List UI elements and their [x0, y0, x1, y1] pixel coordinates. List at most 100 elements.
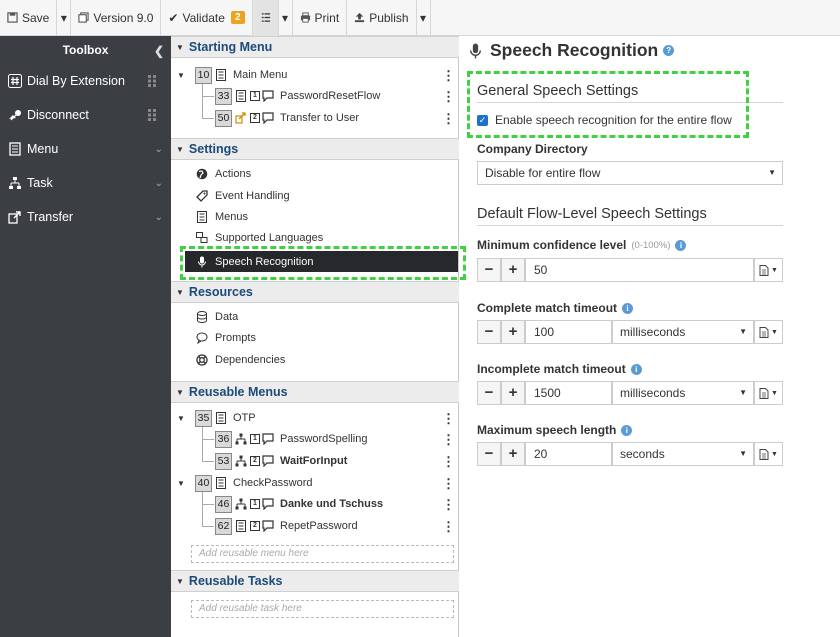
save-dropdown-caret[interactable]: ▾ [57, 0, 72, 36]
tree-row-danke-und-tschuss[interactable]: 46 1 Danke und Tschuss ⋮ [171, 494, 459, 514]
complete-timeout-input[interactable]: 100 [525, 320, 612, 344]
print-button[interactable]: Print [293, 0, 348, 36]
tree-row-repet-password[interactable]: 62 2 RepetPassword ⋮ [171, 516, 459, 536]
collapse-chevron-icon[interactable]: ❮ [154, 44, 164, 58]
publish-dropdown-caret[interactable]: ▾ [417, 0, 431, 36]
settings-item-speech-recognition[interactable]: Speech Recognition [185, 251, 458, 272]
menu-icon [216, 412, 226, 424]
complete-timeout-unit-select[interactable]: milliseconds ▼ [612, 320, 754, 344]
section-title: Resources [188, 285, 253, 299]
resources-item-data[interactable]: Data [171, 307, 459, 327]
expression-menu-button[interactable]: ▼ [754, 381, 783, 405]
expand-triangle-icon[interactable]: ▼ [177, 414, 185, 423]
expand-triangle-icon[interactable]: ▼ [177, 479, 185, 488]
more-options-icon[interactable]: ⋮ [442, 519, 455, 535]
max-speech-length-input[interactable]: 20 [525, 442, 612, 466]
publish-button[interactable]: Publish [347, 0, 417, 36]
drag-handle-icon[interactable] [148, 75, 157, 87]
max-speech-length-unit-select[interactable]: seconds ▼ [612, 442, 754, 466]
enable-speech-checkbox[interactable]: ✓ [477, 114, 488, 126]
tree-row-transfer-to-user[interactable]: 50 2 Transfer to User ⋮ [171, 108, 459, 128]
company-directory-value: Disable for entire flow [485, 166, 601, 180]
enable-speech-recognition-row[interactable]: ✓ Enable speech recognition for the enti… [477, 113, 732, 127]
toolbox-item-disconnect[interactable]: Disconnect [0, 98, 171, 132]
min-confidence-input[interactable]: 50 [525, 258, 754, 282]
node-label: PasswordResetFlow [280, 90, 381, 102]
section-resources[interactable]: ▼ Resources [171, 281, 459, 303]
database-icon [197, 311, 207, 323]
chevron-down-icon[interactable]: ⌄ [155, 212, 163, 223]
incomplete-timeout-decrement[interactable]: − [477, 381, 501, 405]
more-options-icon[interactable]: ⋮ [442, 497, 455, 513]
toolbox-header: Toolbox ❮ [0, 36, 171, 64]
resources-item-label: Dependencies [215, 354, 286, 366]
speech-recognition-panel: Speech Recognition ? General Speech Sett… [459, 36, 840, 637]
section-settings[interactable]: ▼ Settings [171, 138, 459, 160]
more-options-icon[interactable]: ⋮ [442, 454, 455, 470]
info-icon[interactable]: i [630, 363, 642, 375]
company-directory-label: Company Directory [477, 142, 588, 156]
list-view-dropdown-caret[interactable]: ▾ [279, 0, 293, 36]
chevron-down-icon[interactable]: ⌄ [155, 144, 163, 155]
more-options-icon[interactable]: ⋮ [442, 68, 455, 84]
expression-menu-button[interactable]: ▼ [754, 442, 783, 466]
version-button[interactable]: Version 9.0 [71, 0, 162, 36]
incomplete-timeout-increment[interactable]: + [501, 381, 525, 405]
validate-button[interactable]: ✔ Validate 2 [161, 0, 253, 36]
complete-timeout-increment[interactable]: + [501, 320, 525, 344]
settings-item-menus[interactable]: Menus [171, 207, 459, 227]
info-icon[interactable]: i [675, 239, 687, 251]
dropdown-caret-icon: ▼ [739, 449, 747, 458]
list-icon [261, 13, 270, 22]
expression-menu-button[interactable]: ▼ [754, 258, 783, 282]
node-label: OTP [233, 412, 256, 424]
incomplete-timeout-input[interactable]: 1500 [525, 381, 612, 405]
toolbox-item-task[interactable]: Task ⌄ [0, 166, 171, 200]
section-title: Settings [188, 142, 239, 156]
section-reusable-menus[interactable]: ▼ Reusable Menus [171, 381, 459, 403]
help-icon[interactable]: ? [663, 45, 675, 56]
tree-row-password-reset-flow[interactable]: 33 1 PasswordResetFlow ⋮ [171, 86, 459, 106]
expand-triangle-icon[interactable]: ▼ [177, 71, 185, 80]
tree-row-check-password[interactable]: ▼ 40 CheckPassword ⋮ [171, 473, 459, 493]
complete-timeout-decrement[interactable]: − [477, 320, 501, 344]
info-icon[interactable]: i [622, 302, 634, 314]
incomplete-timeout-unit-select[interactable]: milliseconds ▼ [612, 381, 754, 405]
more-options-icon[interactable]: ⋮ [442, 476, 455, 492]
add-reusable-menu-dropzone[interactable]: Add reusable menu here [191, 545, 454, 563]
settings-item-supported-languages[interactable]: Supported Languages [171, 228, 459, 248]
save-button[interactable]: Save [0, 0, 58, 36]
drag-handle-icon[interactable] [148, 109, 157, 121]
toolbox-item-dial-by-extension[interactable]: Dial By Extension [0, 64, 171, 98]
company-directory-select[interactable]: Disable for entire flow ▼ [477, 161, 783, 185]
tree-row-main-menu[interactable]: ▼ 10 Main Menu ⋮ [171, 65, 459, 85]
resources-item-dependencies[interactable]: Dependencies [171, 350, 459, 370]
chevron-down-icon[interactable]: ⌄ [155, 178, 163, 189]
tree-row-otp[interactable]: ▼ 35 OTP ⋮ [171, 408, 459, 428]
section-reusable-tasks[interactable]: ▼ Reusable Tasks [171, 570, 459, 592]
toolbox-item-menu[interactable]: Menu ⌄ [0, 132, 171, 166]
resources-item-prompts[interactable]: Prompts [171, 328, 459, 348]
more-options-icon[interactable]: ⋮ [442, 432, 455, 448]
more-options-icon[interactable]: ⋮ [442, 111, 455, 127]
settings-item-actions[interactable]: Actions [171, 164, 459, 184]
document-icon [759, 448, 769, 460]
incomplete-timeout-label-row: Incomplete match timeout i [477, 362, 642, 376]
min-confidence-decrement[interactable]: − [477, 258, 501, 282]
list-view-button[interactable] [252, 0, 279, 36]
tree-row-wait-for-input[interactable]: 53 2 WaitForInput ⋮ [171, 451, 459, 471]
settings-item-event-handling[interactable]: Event Handling [171, 186, 459, 206]
max-speech-length-decrement[interactable]: − [477, 442, 501, 466]
more-options-icon[interactable]: ⋮ [442, 89, 455, 105]
more-options-icon[interactable]: ⋮ [442, 411, 455, 427]
globe-icon [196, 168, 208, 180]
section-starting-menu[interactable]: ▼ Starting Menu [171, 36, 459, 58]
expression-menu-button[interactable]: ▼ [754, 320, 783, 344]
info-icon[interactable]: i [621, 424, 633, 436]
min-confidence-increment[interactable]: + [501, 258, 525, 282]
max-speech-length-unit: seconds [620, 447, 665, 461]
toolbox-item-transfer[interactable]: Transfer ⌄ [0, 200, 171, 234]
tree-row-password-spelling[interactable]: 36 1 PasswordSpelling ⋮ [171, 429, 459, 449]
add-reusable-task-dropzone[interactable]: Add reusable task here [191, 600, 454, 618]
max-speech-length-increment[interactable]: + [501, 442, 525, 466]
